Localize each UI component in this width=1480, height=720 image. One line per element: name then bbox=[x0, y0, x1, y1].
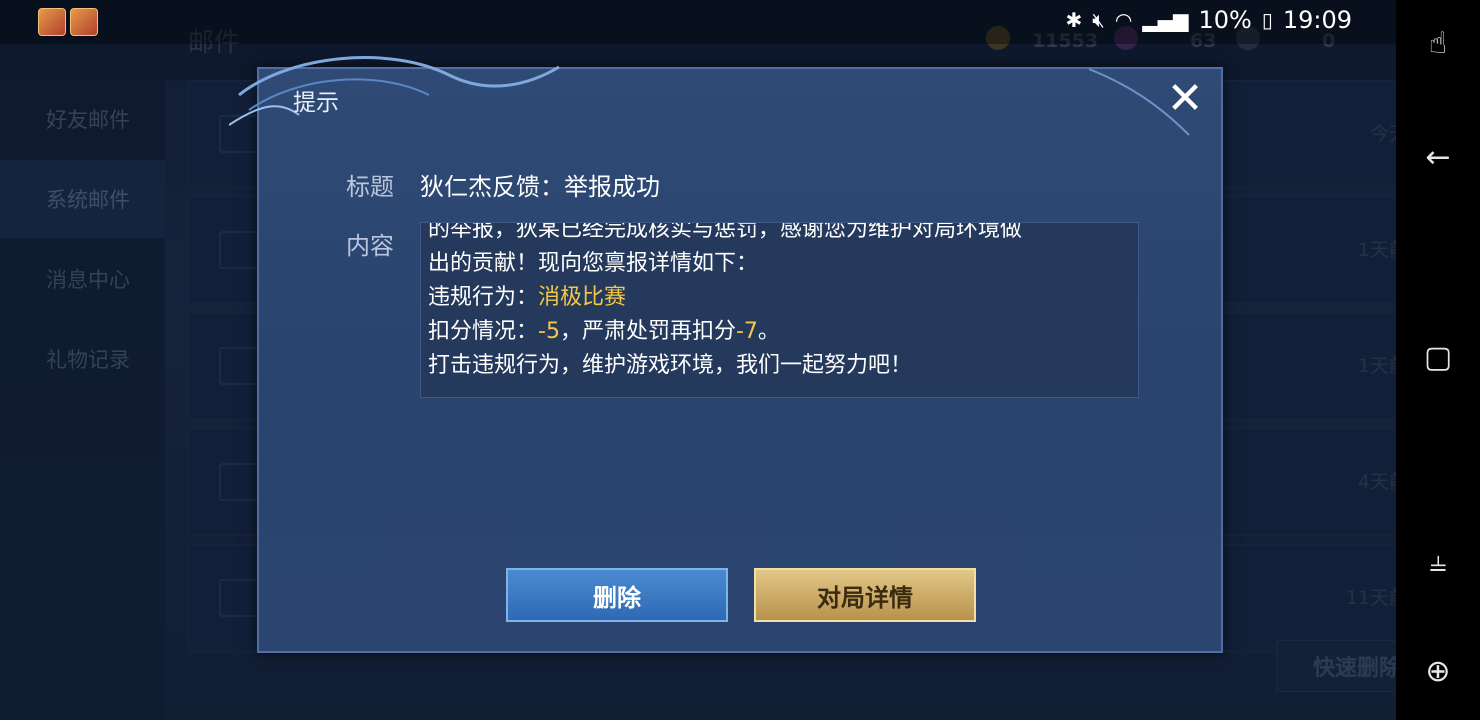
close-icon: ✕ bbox=[1166, 73, 1204, 124]
mail-subject: 狄仁杰反馈：举报成功 bbox=[420, 173, 660, 201]
mail-content-scroll[interactable]: 的举报，狄某已经完成核实与惩罚，感谢您为维护对局环境做 出的贡献！现向您禀报详情… bbox=[420, 222, 1139, 398]
recent-apps-icon[interactable]: ⫨ bbox=[1396, 544, 1480, 579]
home-icon[interactable]: ▢ bbox=[1396, 340, 1480, 375]
notification-app-icon bbox=[70, 8, 98, 36]
delete-button[interactable]: 删除 bbox=[506, 568, 728, 622]
violation-line: 违规行为：消极比赛 bbox=[428, 281, 1128, 315]
notice-dialog: 提示 ✕ 标题 狄仁杰反馈：举报成功 内容 的举报，狄某已经完成核实与惩罚，感谢… bbox=[229, 56, 1223, 653]
violation-type: 消极比赛 bbox=[538, 285, 627, 310]
clock: 19:09 bbox=[1282, 6, 1352, 34]
signal-icon: ▂▄▆ bbox=[1142, 8, 1189, 32]
system-nav-bar: ☝ ← ▢ ⫨ ⊕ bbox=[1396, 0, 1480, 720]
dialog-title: 提示 bbox=[293, 90, 339, 116]
status-bar: ✱ 🔇︎ ◠ ▂▄▆ 10% ▯ 19:09 bbox=[0, 0, 1396, 44]
subject-label: 标题 bbox=[346, 173, 394, 201]
content-label: 内容 bbox=[346, 232, 394, 260]
notification-app-icon bbox=[38, 8, 66, 36]
mute-icon: 🔇︎ bbox=[1092, 8, 1105, 32]
content-line: 打击违规行为，维护游戏环境，我们一起努力吧！ bbox=[428, 353, 913, 378]
penalty-points: -5 bbox=[538, 319, 560, 344]
game-tools-icon[interactable]: ⊕ bbox=[1396, 654, 1480, 689]
battery-icon: ▯ bbox=[1261, 8, 1273, 32]
content-line: 的举报，狄某已经完成核实与惩罚，感谢您为维护对局环境做 bbox=[428, 222, 1023, 242]
content-line: 出的贡献！现向您禀报详情如下： bbox=[428, 251, 759, 276]
close-button[interactable]: ✕ bbox=[1163, 77, 1207, 121]
decorative-swirl bbox=[229, 56, 1190, 136]
mail-content: 的举报，狄某已经完成核实与惩罚，感谢您为维护对局环境做 出的贡献！现向您禀报详情… bbox=[428, 222, 1128, 383]
bluetooth-icon: ✱ bbox=[1065, 8, 1083, 32]
penalty-text: ，严肃处罚再扣分 bbox=[559, 319, 736, 344]
violation-label: 违规行为： bbox=[428, 285, 539, 310]
penalty-line: 扣分情况：-5，严肃处罚再扣分-7。 bbox=[428, 315, 1128, 349]
back-icon[interactable]: ← bbox=[1396, 140, 1480, 175]
wifi-icon: ◠ bbox=[1114, 8, 1133, 32]
battery-percent: 10% bbox=[1198, 6, 1252, 34]
penalty-label: 扣分情况： bbox=[428, 319, 539, 344]
gesture-icon[interactable]: ☝ bbox=[1396, 26, 1480, 61]
extra-penalty-points: -7 bbox=[735, 319, 758, 344]
status-icons: ✱ 🔇︎ ◠ ▂▄▆ 10% ▯ 19:09 bbox=[1065, 6, 1352, 34]
match-detail-button[interactable]: 对局详情 bbox=[754, 568, 976, 622]
penalty-end: 。 bbox=[757, 319, 780, 344]
